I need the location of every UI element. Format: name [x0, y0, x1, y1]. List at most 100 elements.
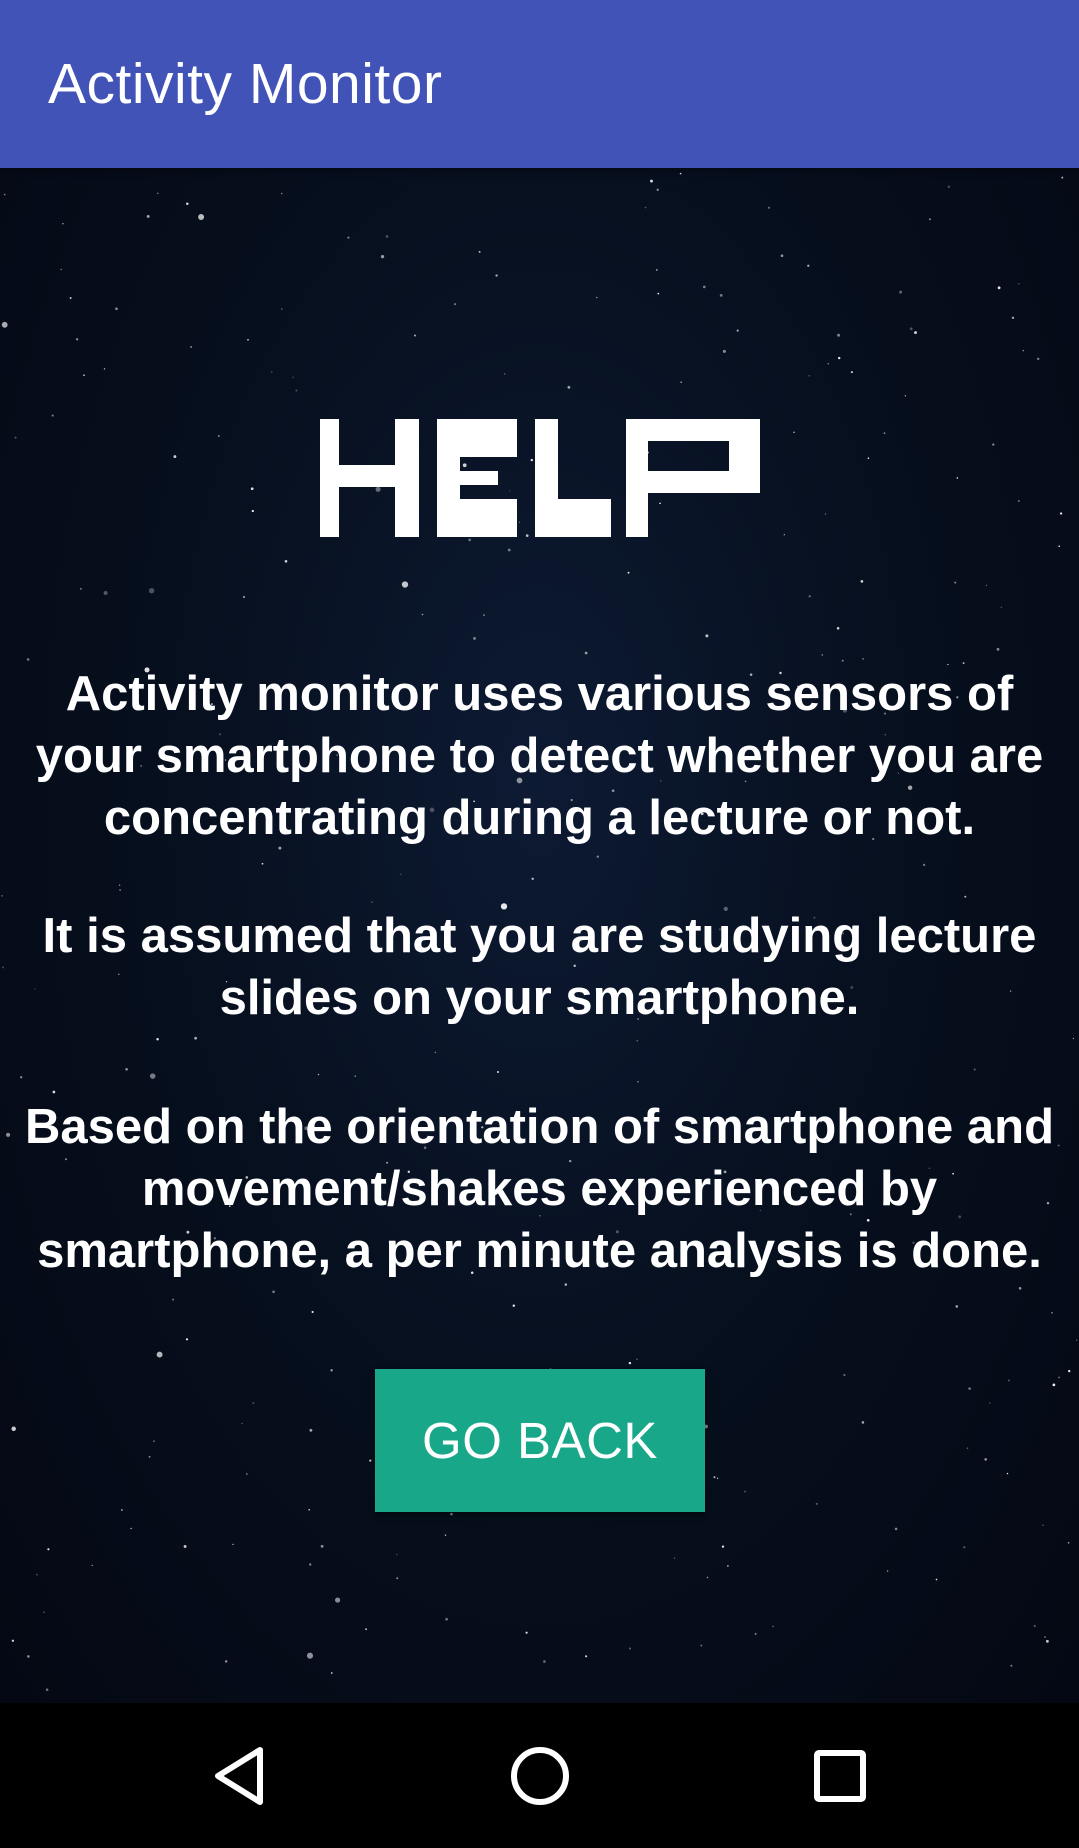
star: [1036, 357, 1040, 361]
star: [1058, 1376, 1061, 1379]
star: [271, 371, 273, 373]
star: [928, 218, 931, 221]
star: [1051, 1311, 1053, 1314]
star: [997, 286, 1001, 290]
star: [483, 614, 485, 616]
star: [444, 1534, 447, 1536]
star: [503, 373, 506, 375]
star: [153, 1440, 155, 1442]
star: [861, 1421, 865, 1424]
star: [496, 1070, 500, 1074]
star: [413, 334, 417, 337]
star: [354, 1075, 356, 1077]
star: [52, 1090, 56, 1094]
star: [904, 395, 907, 397]
star: [700, 1644, 703, 1647]
star: [914, 331, 917, 335]
star: [172, 1298, 175, 1301]
star: [281, 192, 283, 195]
star: [850, 371, 853, 374]
star: [247, 338, 249, 341]
star: [656, 188, 659, 191]
star: [899, 290, 903, 294]
star: [808, 374, 811, 377]
star: [75, 338, 79, 341]
home-circle-icon: [511, 1746, 569, 1805]
star: [680, 381, 682, 383]
star: [984, 1458, 987, 1461]
star: [62, 222, 64, 225]
star: [1008, 1379, 1010, 1382]
star: [146, 214, 150, 218]
star: [1068, 1369, 1071, 1373]
star: [183, 1545, 187, 1548]
star: [1067, 1542, 1070, 1544]
star: [655, 269, 658, 271]
star: [261, 862, 264, 865]
star: [335, 1597, 341, 1603]
star: [69, 297, 72, 299]
star: [628, 1361, 632, 1365]
star: [421, 613, 424, 616]
star: [1011, 316, 1015, 319]
star: [821, 654, 823, 656]
star: [148, 1455, 151, 1458]
star: [841, 659, 844, 662]
star: [935, 1578, 938, 1581]
star: [347, 236, 350, 239]
star: [564, 1283, 568, 1286]
star: [118, 884, 121, 886]
star: [241, 1422, 243, 1425]
star: [947, 185, 951, 189]
star: [103, 591, 108, 595]
star: [232, 1543, 234, 1546]
star: [252, 1402, 255, 1405]
star: [860, 580, 864, 583]
help-heading-pixel-text: [319, 419, 760, 537]
nav-home-button[interactable]: [460, 1703, 620, 1848]
star: [292, 376, 294, 378]
star: [371, 901, 373, 903]
star: [744, 1490, 747, 1493]
star: [156, 1037, 159, 1041]
star: [83, 374, 85, 377]
nav-back-button[interactable]: [160, 1703, 320, 1848]
star: [989, 1402, 991, 1404]
system-nav-bar: [0, 1703, 1079, 1848]
star: [396, 1553, 398, 1556]
star: [1006, 1472, 1009, 1475]
star: [185, 1338, 189, 1341]
star: [396, 1577, 399, 1580]
star: [119, 889, 122, 891]
star: [780, 254, 784, 258]
star: [47, 1548, 50, 1551]
star: [473, 636, 476, 640]
star: [754, 1632, 757, 1635]
star: [531, 877, 534, 881]
back-triangle-icon: [215, 1746, 263, 1805]
star: [650, 179, 653, 183]
star: [1072, 1037, 1075, 1040]
star: [450, 1512, 453, 1516]
star: [837, 333, 841, 337]
star: [369, 1459, 372, 1462]
star: [445, 1617, 448, 1621]
star: [954, 581, 957, 584]
help-heading: [0, 418, 1079, 538]
star: [1075, 1339, 1078, 1341]
star: [365, 1628, 368, 1631]
star: [495, 274, 498, 277]
go-back-button[interactable]: GO BACK: [375, 1369, 705, 1512]
star: [1018, 283, 1020, 285]
star: [26, 658, 30, 661]
star: [596, 296, 598, 299]
nav-recent-apps-button[interactable]: [760, 1703, 920, 1848]
recent-apps-square-icon: [814, 1749, 866, 1802]
star: [808, 595, 811, 598]
star: [964, 895, 967, 898]
star: [507, 548, 511, 552]
star: [585, 1655, 588, 1658]
star: [838, 356, 841, 360]
star: [543, 1660, 546, 1663]
star: [627, 571, 630, 574]
